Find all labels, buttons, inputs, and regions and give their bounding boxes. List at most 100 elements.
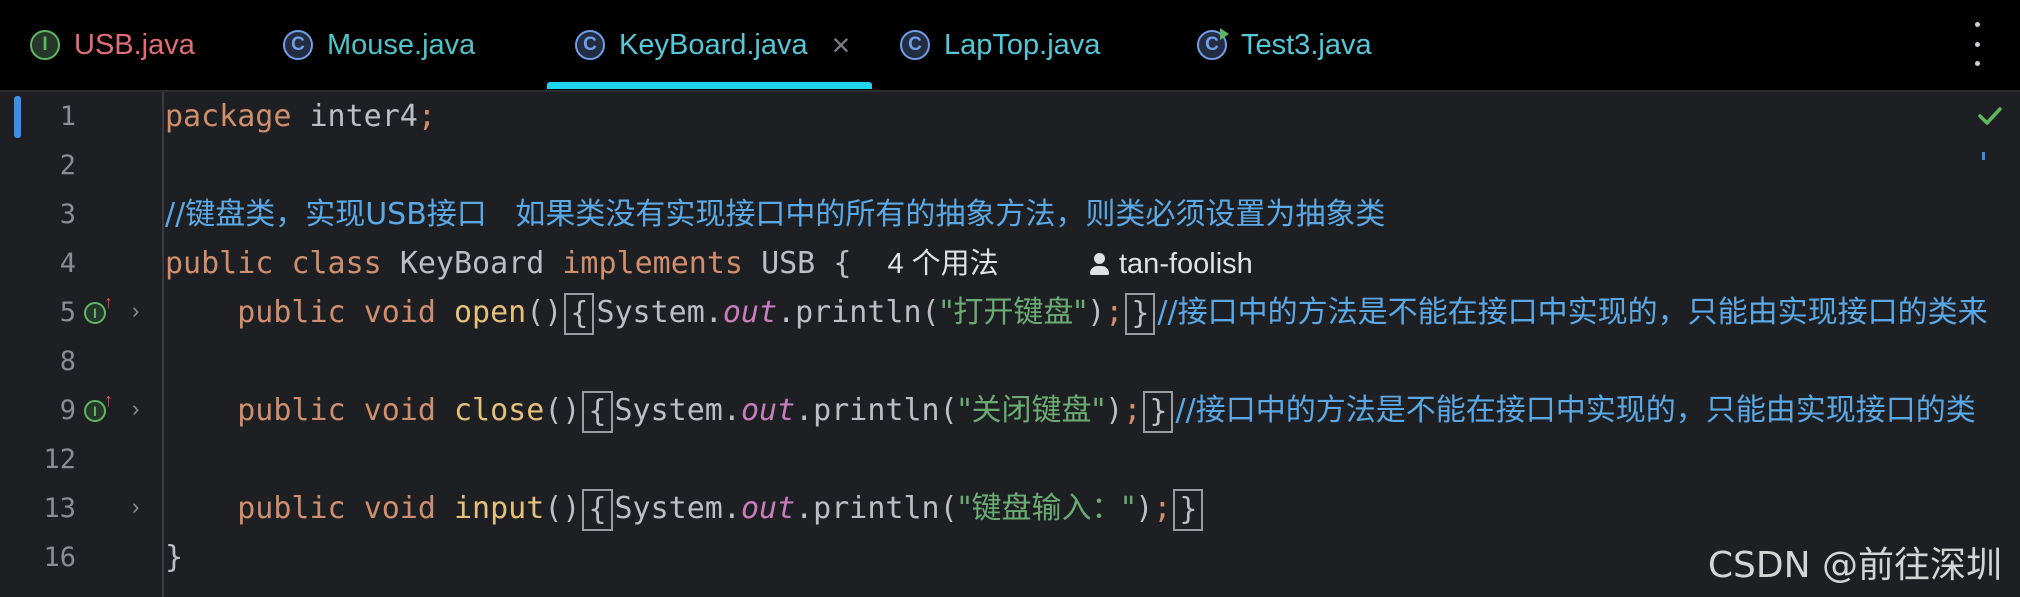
keyword: void [363,295,436,330]
line-number: 16 [43,542,76,573]
check-icon[interactable] [1978,104,2002,128]
folded-brace[interactable]: } [1125,292,1156,335]
folded-brace[interactable]: } [1143,390,1174,433]
keyword: void [363,491,436,526]
close-icon[interactable]: × [832,27,851,64]
class-icon: C [900,30,930,60]
keyword: public [237,393,346,428]
implements-method-icon[interactable]: I [84,302,106,324]
tab-mouse-java[interactable]: C Mouse.java [283,0,475,90]
tab-label: KeyBoard.java [619,28,808,61]
line-number: 1 [59,101,76,132]
println-call: .println( [777,295,940,330]
line-number: 9 [59,395,76,426]
line-number: 3 [59,199,76,230]
code-editor[interactable]: package inter4; //键盘类，实现USB接口 如果类没有实现接口中… [165,92,2020,597]
tab-label: USB.java [74,28,195,61]
system-ref: System. [596,295,723,330]
tab-laptop-java[interactable]: C LapTop.java [900,0,1100,90]
implements-method-icon[interactable]: I [84,400,106,422]
line-number: 5 [59,297,76,328]
system-ref: System. [614,393,741,428]
folded-brace[interactable]: { [564,292,595,335]
code-line-3: //键盘类，实现USB接口 如果类没有实现接口中的所有的抽象方法，则类必须设置为… [165,190,1385,239]
tab-label: Test3.java [1241,28,1372,61]
class-icon: C [575,30,605,60]
class-name: KeyBoard [399,246,545,281]
keyword: public [237,295,346,330]
code-line-4: public class KeyBoard implements USB { 4… [165,239,1253,288]
folded-brace[interactable]: { [582,488,613,531]
comment: //接口中的方法是不能在接口中实现的，只能由实现接口的类来 [1157,295,1988,330]
more-options-icon[interactable] [1972,22,1982,66]
author-name: tan-foolish [1119,248,1253,280]
system-ref: System. [614,491,741,526]
editor-tab-bar: I USB.java C Mouse.java C KeyBoard.java … [0,0,2020,92]
rparen: ) [1105,393,1124,428]
tab-label: Mouse.java [327,28,476,61]
field-out: out [740,393,796,428]
code-line-1: package inter4; [165,92,436,141]
fold-chevron-icon[interactable]: › [132,396,139,422]
line-number: 12 [43,444,76,475]
println-call: .println( [795,393,958,428]
code-line-9: public void close(){System.out.println("… [165,386,1976,435]
method-name: close [454,393,545,428]
field-out: out [722,295,778,330]
active-tab-indicator [547,82,872,89]
string-literal: "键盘输入：" [957,491,1136,526]
code-line-13: public void input(){System.out.println("… [165,484,1205,533]
semicolon: ; [417,99,436,134]
open-brace: { [833,246,852,281]
parens: () [544,393,581,428]
line-number: 2 [59,150,76,181]
field-out: out [740,491,796,526]
go-to-interface-arrow-icon[interactable]: ↑ [104,292,113,313]
folded-brace[interactable]: { [582,390,613,433]
rparen: ) [1135,491,1154,526]
rparen: ) [1087,295,1106,330]
string-literal: "关闭键盘" [957,393,1106,428]
folded-brace[interactable]: } [1173,488,1204,531]
line-number: 4 [59,248,76,279]
usages-hint[interactable]: 4 个用法 [888,248,999,280]
parens: () [526,295,563,330]
keyword: public [165,246,274,281]
package-name: inter4 [291,99,418,134]
code-line-5: public void open(){System.out.println("打… [165,288,1988,337]
semicolon: ; [1105,295,1124,330]
method-name: open [454,295,527,330]
method-name: input [454,491,545,526]
line-number-gutter: 1 2 3 4 5 8 9 12 13 16 I ↑ › I ↑ › › [0,92,164,597]
semicolon: ; [1123,393,1142,428]
tab-usb-java[interactable]: I USB.java [30,0,195,90]
semicolon: ; [1153,491,1172,526]
println-call: .println( [795,491,958,526]
code-line-16: } [165,533,183,582]
keyword: class [291,246,382,281]
line-number: 13 [43,493,76,524]
author-hint[interactable]: tan-foolish [1089,248,1253,280]
fold-chevron-icon[interactable]: › [132,494,139,520]
interface-icon: I [30,30,60,60]
line-number: 8 [59,346,76,377]
tab-keyboard-java[interactable]: C KeyBoard.java × [575,0,850,90]
scrollbar-marker [1982,152,1985,160]
watermark: CSDN @前往深圳 [1707,545,2002,586]
class-icon: C [283,30,313,60]
keyword: public [237,491,346,526]
parens: () [544,491,581,526]
keyword: void [363,393,436,428]
string-literal: "打开键盘" [939,295,1088,330]
keyword: implements [562,246,743,281]
fold-chevron-icon[interactable]: › [132,298,139,324]
caret-line-marker [14,96,21,138]
tab-label: LapTop.java [944,28,1101,61]
comment: //接口中的方法是不能在接口中实现的，只能由实现接口的类 [1175,393,1976,428]
go-to-interface-arrow-icon[interactable]: ↑ [104,390,113,411]
interface-name: USB [761,246,816,281]
keyword: package [165,99,292,134]
person-icon [1089,253,1111,277]
class-close-brace: } [165,540,184,575]
tab-test3-java[interactable]: C Test3.java [1197,0,1372,90]
